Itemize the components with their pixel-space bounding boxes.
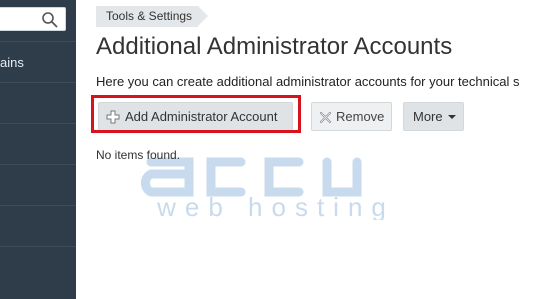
- sidebar-item-domains[interactable]: ains: [0, 41, 76, 82]
- empty-list-message: No items found.: [96, 148, 181, 162]
- sidebar-item[interactable]: [0, 205, 76, 246]
- page-title: Additional Administrator Accounts: [96, 33, 453, 60]
- remove-button-label: Remove: [336, 109, 385, 124]
- remove-button[interactable]: Remove: [311, 102, 392, 131]
- watermark-tagline: web hosting: [156, 192, 395, 220]
- sidebar-item[interactable]: [0, 82, 76, 123]
- caret-down-icon: [447, 114, 456, 119]
- highlight-frame: [91, 95, 301, 133]
- page-description: Here you can create additional administr…: [96, 74, 520, 89]
- more-dropdown-button[interactable]: More: [403, 102, 464, 131]
- more-button-label: More: [413, 109, 443, 124]
- search-icon[interactable]: [41, 11, 59, 29]
- remove-x-icon: [319, 111, 332, 124]
- search-input[interactable]: [0, 7, 66, 31]
- sidebar-item[interactable]: [0, 164, 76, 205]
- sidebar: ains: [0, 0, 76, 299]
- breadcrumb[interactable]: Tools & Settings: [96, 6, 209, 27]
- sidebar-item[interactable]: [0, 246, 76, 287]
- sidebar-item-label: ains: [0, 55, 24, 70]
- main-content: Tools & Settings Additional Administrato…: [76, 0, 542, 299]
- sidebar-item[interactable]: [0, 123, 76, 164]
